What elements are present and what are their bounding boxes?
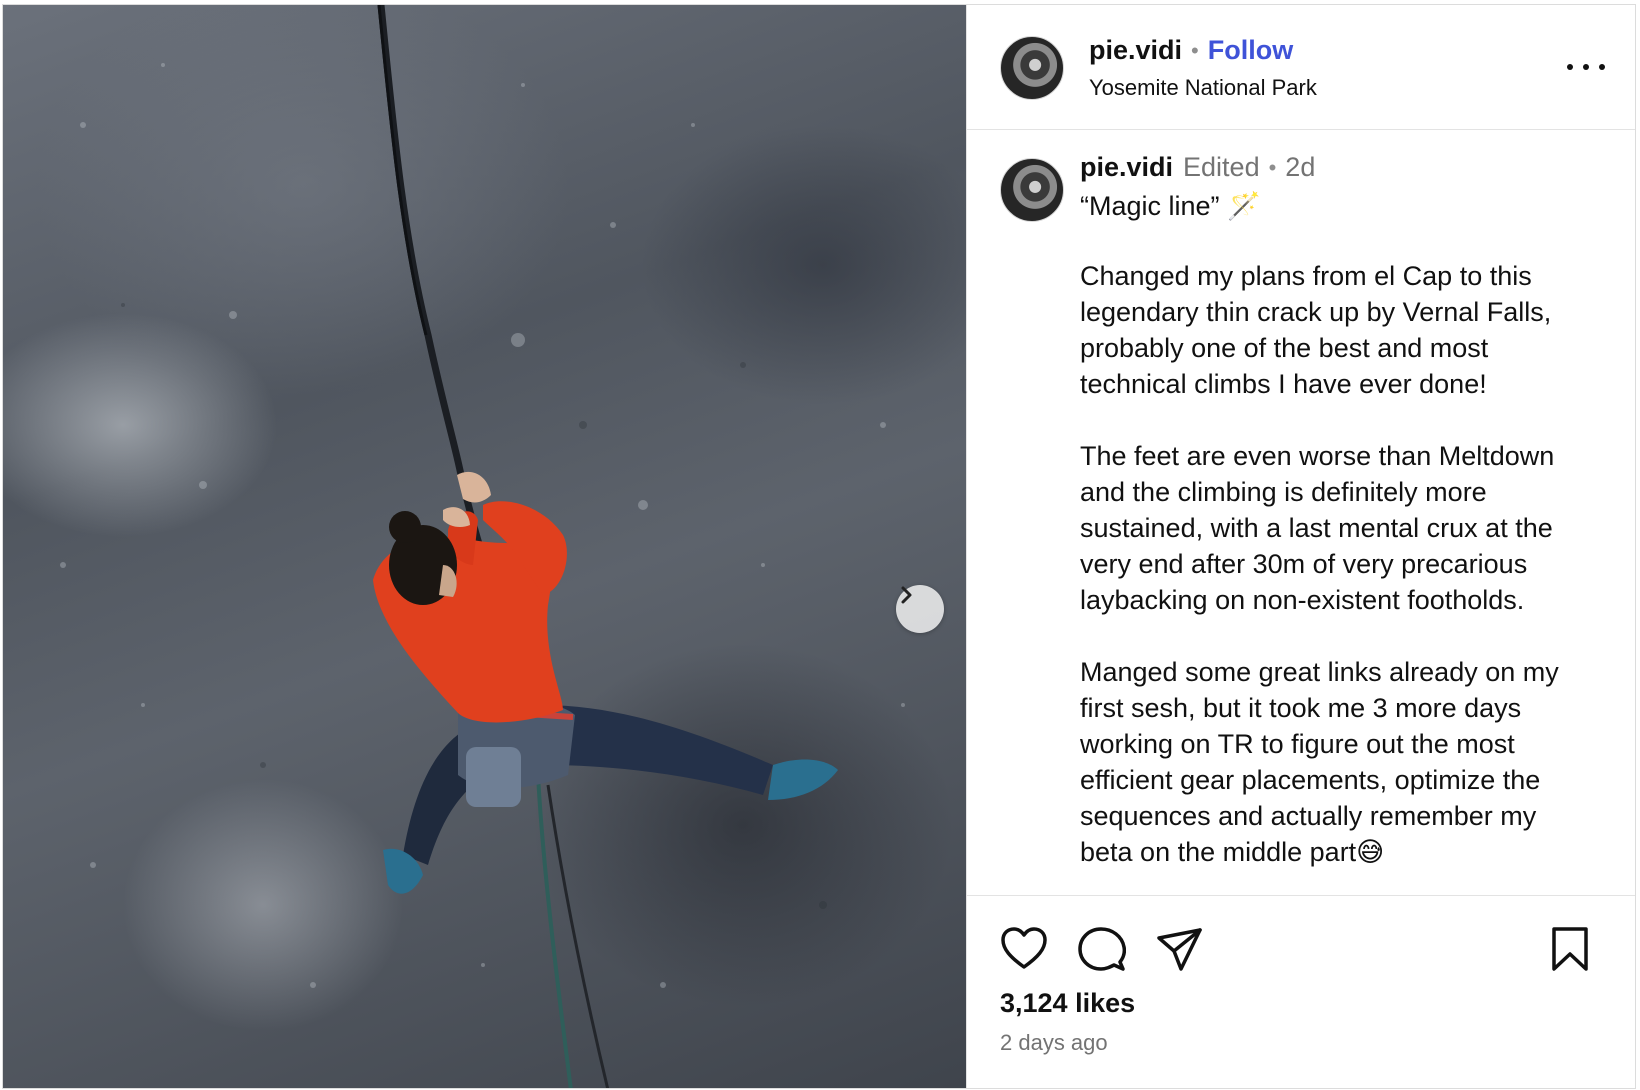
- caption-title: “Magic line” 🪄: [1080, 191, 1261, 221]
- more-options-button[interactable]: [1567, 59, 1605, 75]
- send-icon: [1157, 928, 1202, 971]
- share-button[interactable]: [1156, 926, 1204, 977]
- caption-area[interactable]: pie.vidi Edited • 2d “Magic line” 🪄 Chan…: [967, 130, 1635, 895]
- caption-avatar[interactable]: [1000, 158, 1064, 222]
- avatar[interactable]: [1000, 36, 1064, 100]
- comment-button[interactable]: [1078, 926, 1127, 977]
- next-image-button[interactable]: [896, 585, 944, 633]
- likes-count[interactable]: 3,124 likes: [1000, 988, 1135, 1019]
- caption-paragraph: The feet are even worse than Meltdown an…: [1080, 441, 1555, 615]
- posted-time[interactable]: 2 days ago: [1000, 1030, 1108, 1056]
- bookmark-icon: [1552, 927, 1588, 971]
- location-link[interactable]: Yosemite National Park: [1089, 75, 1317, 101]
- post-side-panel: pie.vidi • Follow Yosemite National Park…: [966, 5, 1635, 1088]
- post-photo[interactable]: [3, 5, 966, 1088]
- caption-paragraph: Changed my plans from el Cap to this leg…: [1080, 261, 1552, 399]
- username-link[interactable]: pie.vidi: [1089, 35, 1182, 66]
- separator-dot: •: [1268, 154, 1277, 180]
- climber-scene: [60, 5, 905, 1088]
- comment-icon: [1078, 927, 1127, 971]
- more-horizontal-icon: [1567, 64, 1573, 70]
- like-button[interactable]: [1000, 926, 1048, 975]
- header-user-line: pie.vidi • Follow: [1089, 35, 1293, 66]
- caption-paragraph: Manged some great links already on my fi…: [1080, 657, 1559, 867]
- post-modal: pie.vidi • Follow Yosemite National Park…: [2, 4, 1636, 1089]
- post-actions: 3,124 likes 2 days ago: [967, 895, 1635, 1088]
- post-header: pie.vidi • Follow Yosemite National Park: [967, 5, 1635, 130]
- caption-username-link[interactable]: pie.vidi: [1080, 152, 1173, 183]
- follow-button[interactable]: Follow: [1208, 35, 1293, 66]
- caption-body: Changed my plans from el Cap to this leg…: [1080, 258, 1600, 895]
- heart-icon: [1001, 927, 1047, 969]
- caption-header: pie.vidi Edited • 2d: [1080, 152, 1315, 183]
- separator-dot: •: [1191, 37, 1199, 63]
- save-button[interactable]: [1550, 926, 1590, 977]
- edited-label: Edited: [1183, 152, 1260, 182]
- post-age[interactable]: 2d: [1285, 152, 1315, 183]
- chevron-right-icon: [901, 586, 912, 604]
